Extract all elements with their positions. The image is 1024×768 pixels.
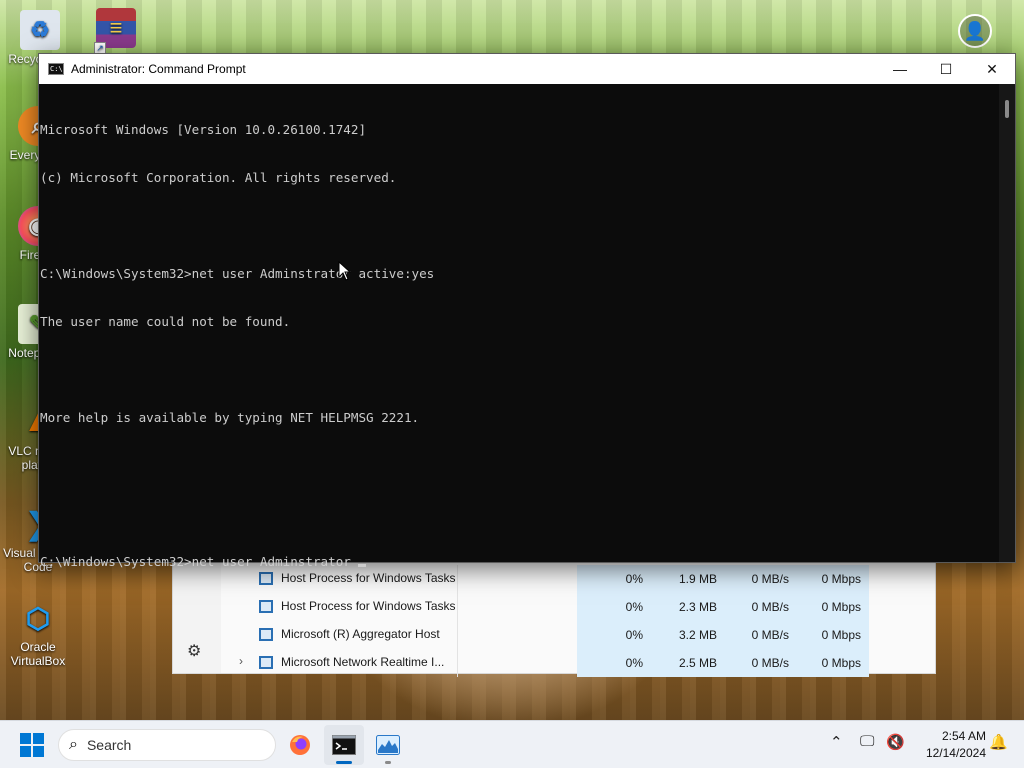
- column-divider: [457, 649, 458, 677]
- minimize-button[interactable]: —: [877, 54, 923, 84]
- open-app-indicator: [385, 761, 391, 764]
- chevron-right-icon[interactable]: ›: [239, 654, 243, 668]
- console-line: Microsoft Windows [Version 10.0.26100.17…: [40, 122, 367, 137]
- taskbar-app-task-manager[interactable]: [368, 725, 408, 765]
- desktop-icon-winrar[interactable]: ≡ ↗: [78, 8, 154, 54]
- network-cell: 0 Mbps: [797, 621, 869, 649]
- desktop-icon-virtualbox[interactable]: ⬡ Oracle VirtualBox: [0, 598, 76, 669]
- desktop-icon-label: Oracle VirtualBox: [10, 640, 66, 668]
- process-name: Microsoft (R) Aggregator Host: [281, 627, 440, 641]
- console-line: More help is available by typing NET HEL…: [40, 410, 420, 425]
- volume-muted-icon[interactable]: 🔇: [886, 733, 905, 751]
- virtualbox-icon: ⬡: [25, 602, 51, 634]
- window-title: Administrator: Command Prompt: [71, 62, 246, 76]
- recycle-bin-icon: ♻: [20, 10, 60, 50]
- mouse-pointer-icon: [338, 261, 352, 281]
- command-prompt-icon: C:\: [48, 63, 64, 75]
- cpu-cell: 0%: [577, 621, 651, 649]
- command-prompt-window[interactable]: C:\ Administrator: Command Prompt — ☐ ✕ …: [38, 53, 1016, 569]
- system-clock[interactable]: 2:54 AM 12/14/2024: [916, 728, 986, 762]
- process-icon: [259, 656, 273, 669]
- memory-cell: 2.5 MB: [651, 649, 725, 677]
- disk-cell: 0 MB/s: [725, 649, 797, 677]
- network-icon[interactable]: 🖵: [860, 733, 874, 750]
- process-name: Microsoft Network Realtime I...: [281, 655, 445, 669]
- maximize-button[interactable]: ☐: [923, 54, 969, 84]
- console-line: C:\Windows\System32>net user Adminstrato…: [40, 266, 435, 281]
- cpu-cell: 0%: [577, 649, 651, 677]
- chevron-up-icon[interactable]: ⌃: [830, 733, 843, 751]
- active-app-indicator: [336, 761, 352, 764]
- task-manager-icon: [376, 735, 400, 755]
- console-output[interactable]: Microsoft Windows [Version 10.0.26100.17…: [39, 84, 999, 569]
- disk-cell: 0 MB/s: [725, 621, 797, 649]
- console-input-line[interactable]: C:\Windows\System32>net user Adminstrato…: [40, 554, 999, 570]
- taskbar: ⌕ Search ⌃ 🖵 🔇 2:54 AM 12/14/2024 🔔: [0, 720, 1024, 768]
- search-placeholder: Search: [86, 737, 132, 753]
- firefox-icon: [290, 735, 310, 755]
- notification-bell-icon[interactable]: 🔔: [989, 733, 1008, 751]
- scrollbar-thumb[interactable]: [1005, 100, 1009, 118]
- start-button[interactable]: [12, 725, 52, 765]
- command-prompt-icon: [332, 735, 356, 755]
- clock-date: 12/14/2024: [925, 746, 986, 760]
- close-button[interactable]: ✕: [969, 54, 1015, 84]
- memory-cell: 3.2 MB: [651, 621, 725, 649]
- windows-logo-icon: [20, 733, 44, 757]
- console-line: The user name could not be found.: [40, 314, 291, 329]
- column-divider: [457, 621, 458, 649]
- clock-time: 2:54 AM: [941, 729, 986, 743]
- window-titlebar[interactable]: C:\ Administrator: Command Prompt — ☐ ✕: [39, 54, 1015, 84]
- table-row[interactable]: › Microsoft Network Realtime I... 0% 2.5…: [221, 649, 937, 677]
- window-controls: — ☐ ✕: [877, 54, 1015, 84]
- search-icon: ⌕: [69, 736, 78, 753]
- taskbar-app-command-prompt[interactable]: [324, 725, 364, 765]
- console-prompt: C:\Windows\System32>net user Adminstrato…: [40, 554, 359, 569]
- console-line: (c) Microsoft Corporation. All rights re…: [40, 170, 397, 185]
- vertical-scrollbar[interactable]: [999, 84, 1015, 562]
- settings-gear-icon[interactable]: ⚙: [187, 641, 201, 661]
- taskbar-app-firefox[interactable]: [280, 725, 320, 765]
- search-input[interactable]: ⌕ Search: [58, 729, 276, 761]
- table-row[interactable]: Microsoft (R) Aggregator Host 0% 3.2 MB …: [221, 621, 937, 649]
- account-icon[interactable]: 👤: [958, 14, 992, 48]
- text-cursor: [358, 564, 367, 567]
- network-cell: 0 Mbps: [797, 649, 869, 677]
- process-icon: [259, 628, 273, 641]
